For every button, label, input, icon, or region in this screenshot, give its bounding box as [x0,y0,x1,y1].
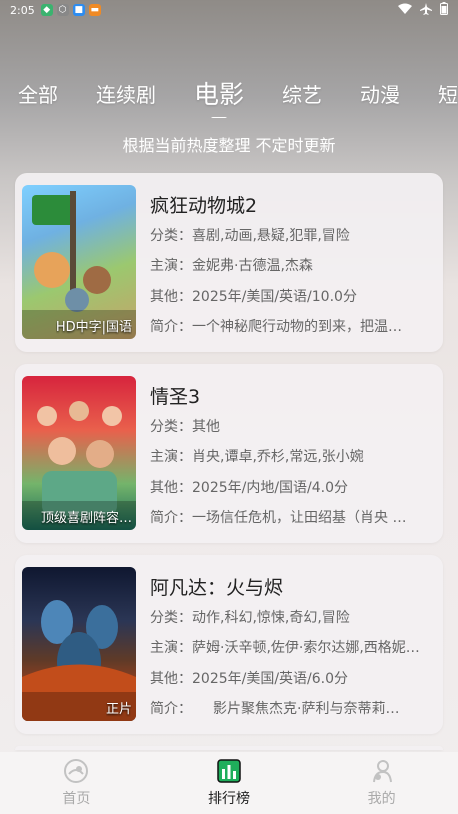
movie-poster[interactable]: 顶级喜剧阵容… [22,376,136,530]
movie-category: 分类：动作,科幻,惊悚,奇幻,冒险 [150,610,350,626]
nav-profile-label: 我的 [367,791,396,807]
airplane-icon [420,2,432,18]
app-notification-icon: ◆ [40,4,53,16]
movie-title[interactable]: 阿凡达：火与烬 [150,573,283,600]
home-icon [16,758,136,784]
nav-profile[interactable]: 我的 [322,758,442,808]
orange-app-notification-icon: ▬ [88,4,101,16]
movie-card[interactable]: HD中字|国语 疯狂动物城2 分类：喜剧,动画,悬疑,犯罪,冒险 主演：金妮弗·… [15,173,443,352]
movie-cast: 主演：萨姆·沃辛顿,佐伊·索尔达娜,西格妮… [150,640,420,656]
bottom-navigation: 首页 排行榜 我的 [0,752,458,814]
nav-home[interactable]: 首页 [16,758,136,808]
movie-intro: 简介：一场信任危机，让田绍基（肖央 … [150,510,407,526]
movie-poster[interactable]: 正片 [22,567,136,721]
tab-variety[interactable]: 综艺 [282,79,322,108]
wifi-icon [398,3,412,18]
tab-short-drama[interactable]: 短剧 [438,79,458,108]
battery-icon [440,2,448,18]
nav-home-label: 首页 [62,791,91,807]
movie-card[interactable]: 正片 阿凡达：火与烬 分类：动作,科幻,惊悚,奇幻,冒险 主演：萨姆·沃辛顿,佐… [15,555,443,734]
tab-series[interactable]: 连续剧 [96,79,156,108]
movie-intro: 简介： 影片聚焦杰克·萨利与奈蒂莉… [150,701,400,717]
quality-badge: 正片 [105,702,132,717]
cube-notification-icon: ⬡ [56,4,69,16]
movie-other-info: 其他：2025年/内地/国语/4.0分 [150,480,349,496]
status-bar: 2:05 ◆ ⬡ ■ ▬ [0,0,458,20]
blue-app-notification-icon: ■ [72,4,85,16]
movie-category: 分类：喜剧,动画,悬疑,犯罪,冒险 [150,228,350,244]
movie-intro: 简介：一个神秘爬行动物的到来，把温… [150,319,402,335]
movie-card-partial[interactable] [15,746,443,750]
category-tabs: 全部 连续剧 电影 综艺 动漫 短剧 [0,68,458,118]
movie-title[interactable]: 情圣3 [150,382,200,409]
tab-movies[interactable]: 电影 [194,75,244,111]
status-time: 2:05 [10,3,35,17]
movie-other-info: 其他：2025年/美国/英语/6.0分 [150,671,349,687]
movie-category: 分类：其他 [150,419,220,435]
quality-badge: HD中字|国语 [55,320,132,335]
movie-poster[interactable]: HD中字|国语 [22,185,136,339]
movie-other-info: 其他：2025年/美国/英语/10.0分 [150,289,357,305]
tab-anime[interactable]: 动漫 [360,79,400,108]
movie-cast: 主演：肖央,谭卓,乔杉,常远,张小婉 [150,449,364,465]
quality-badge: 顶级喜剧阵容… [40,511,132,526]
ranking-subtitle: 根据当前热度整理 不定时更新 [122,136,336,155]
movie-title[interactable]: 疯狂动物城2 [150,191,257,218]
movie-ranking-list: HD中字|国语 疯狂动物城2 分类：喜剧,动画,悬疑,犯罪,冒险 主演：金妮弗·… [15,173,443,750]
tab-all[interactable]: 全部 [18,79,58,108]
movie-cast: 主演：金妮弗·古德温,杰森 [150,258,313,274]
profile-icon [322,758,442,784]
nav-ranking[interactable]: 排行榜 [169,758,289,808]
ranking-icon [169,758,289,784]
nav-ranking-label: 排行榜 [207,791,250,807]
movie-card[interactable]: 顶级喜剧阵容… 情圣3 分类：其他 主演：肖央,谭卓,乔杉,常远,张小婉 其他：… [15,364,443,543]
